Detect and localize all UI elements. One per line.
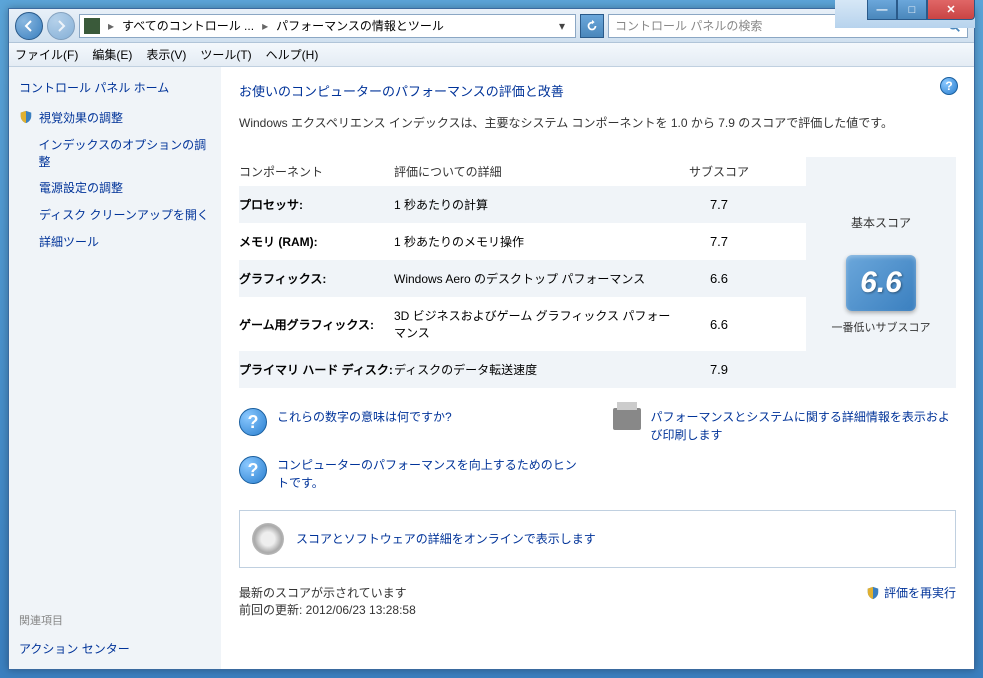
- menu-help[interactable]: ヘルプ(H): [266, 46, 319, 63]
- menu-view[interactable]: 表示(V): [146, 46, 186, 63]
- maximize-button[interactable]: □: [897, 0, 927, 20]
- row-component: プロセッサ:: [239, 196, 394, 213]
- breadcrumb-arrow-icon: ▸: [258, 19, 272, 33]
- sidebar-indexing-link[interactable]: インデックスのオプションの調整: [38, 137, 211, 171]
- online-details-link[interactable]: スコアとソフトウェアの詳細をオンラインで表示します: [296, 530, 596, 548]
- row-subscore: 6.6: [674, 271, 764, 286]
- control-panel-home-link[interactable]: コントロール パネル ホーム: [19, 79, 211, 96]
- table-header-row: コンポーネント 評価についての詳細 サブスコア: [239, 157, 806, 186]
- row-subscore: 7.7: [674, 197, 764, 212]
- address-box[interactable]: ▸ すべてのコントロール ... ▸ パフォーマンスの情報とツール ▾: [79, 14, 576, 38]
- base-score-label: 一番低いサブスコア: [832, 321, 931, 336]
- print-details-link[interactable]: パフォーマンスとシステムに関する詳細情報を表示および印刷します: [651, 408, 957, 444]
- search-placeholder: コントロール パネルの検索: [615, 17, 762, 34]
- page-description: Windows エクスペリエンス インデックスは、主要なシステム コンポーネント…: [239, 114, 956, 133]
- status-text: 最新のスコアが示されています: [239, 584, 416, 601]
- header-basescore: 基本スコア: [831, 214, 931, 231]
- refresh-icon: [585, 19, 599, 33]
- sidebar-disk-cleanup-link[interactable]: ディスク クリーンアップを開く: [39, 207, 209, 224]
- table-row: プロセッサ: 1 秒あたりの計算 7.7: [239, 186, 806, 223]
- shield-icon: [866, 586, 880, 600]
- help-button[interactable]: ?: [940, 77, 958, 95]
- row-component: グラフィックス:: [239, 270, 394, 287]
- online-info-box: スコアとソフトウェアの詳細をオンラインで表示します: [239, 510, 956, 568]
- sidebar: コントロール パネル ホーム 視覚効果の調整 インデックスのオプションの調整 電…: [9, 67, 221, 669]
- row-subscore: 6.6: [674, 317, 764, 332]
- rerun-link[interactable]: 評価を再実行: [866, 584, 956, 601]
- row-subscore: 7.7: [674, 234, 764, 249]
- table-row: プライマリ ハード ディスク: ディスクのデータ転送速度 7.9: [239, 351, 806, 388]
- row-component: ゲーム用グラフィックス:: [239, 316, 394, 333]
- minimize-glyph: —: [877, 4, 888, 16]
- minimize-button[interactable]: —: [867, 0, 897, 20]
- breadcrumb-segment[interactable]: すべてのコントロール ...: [122, 17, 254, 34]
- header-subscore: サブスコア: [674, 163, 764, 180]
- question-icon: ?: [239, 456, 267, 484]
- table-row: ゲーム用グラフィックス: 3D ビジネスおよびゲーム グラフィックス パフォーマ…: [239, 297, 806, 351]
- sidebar-advanced-tools-link[interactable]: 詳細ツール: [39, 234, 99, 251]
- row-component: プライマリ ハード ディスク:: [239, 361, 394, 378]
- header-detail: 評価についての詳細: [394, 163, 674, 180]
- question-icon: ?: [239, 408, 267, 436]
- breadcrumb-segment[interactable]: パフォーマンスの情報とツール: [276, 17, 444, 34]
- close-glyph: ✕: [946, 3, 955, 16]
- menu-file[interactable]: ファイル(F): [15, 46, 78, 63]
- meaning-link[interactable]: これらの数字の意味は何ですか?: [277, 408, 452, 426]
- control-panel-icon: [84, 18, 100, 34]
- related-heading: 関連項目: [19, 612, 211, 628]
- back-arrow-icon: [21, 18, 37, 34]
- shield-icon: [19, 110, 33, 124]
- maximize-glyph: □: [909, 4, 916, 16]
- row-detail: ディスクのデータ転送速度: [394, 361, 674, 378]
- row-component: メモリ (RAM):: [239, 233, 394, 250]
- menu-edit[interactable]: 編集(E): [92, 46, 132, 63]
- refresh-button[interactable]: [580, 14, 604, 38]
- menu-bar: ファイル(F) 編集(E) 表示(V) ツール(T) ヘルプ(H): [9, 43, 974, 67]
- page-heading: お使いのコンピューターのパフォーマンスの評価と改善: [239, 81, 956, 100]
- printer-icon: [613, 408, 641, 430]
- forward-button[interactable]: [47, 12, 75, 40]
- row-detail: Windows Aero のデスクトップ パフォーマンス: [394, 270, 674, 287]
- forward-arrow-icon: [53, 18, 69, 34]
- sidebar-power-link[interactable]: 電源設定の調整: [39, 180, 123, 197]
- tips-link[interactable]: コンピューターのパフォーマンスを向上するためのヒントです。: [277, 456, 583, 492]
- main-content: ? お使いのコンピューターのパフォーマンスの評価と改善 Windows エクスペ…: [221, 67, 974, 669]
- row-subscore: 7.9: [674, 362, 764, 377]
- rerun-label: 評価を再実行: [884, 584, 956, 601]
- table-row: グラフィックス: Windows Aero のデスクトップ パフォーマンス 6.…: [239, 260, 806, 297]
- action-center-link[interactable]: アクション センター: [19, 640, 211, 657]
- address-dropdown-button[interactable]: ▾: [553, 15, 571, 37]
- last-updated-text: 前回の更新: 2012/06/23 13:28:58: [239, 601, 416, 618]
- header-component: コンポーネント: [239, 163, 394, 180]
- software-disc-icon: [252, 523, 284, 555]
- base-score-badge: 6.6: [846, 255, 916, 311]
- breadcrumb-arrow-icon: ▸: [104, 19, 118, 33]
- row-detail: 3D ビジネスおよびゲーム グラフィックス パフォーマンス: [394, 307, 674, 341]
- close-button[interactable]: ✕: [927, 0, 975, 20]
- row-detail: 1 秒あたりのメモリ操作: [394, 233, 674, 250]
- table-row: メモリ (RAM): 1 秒あたりのメモリ操作 7.7: [239, 223, 806, 260]
- back-button[interactable]: [15, 12, 43, 40]
- menu-tools[interactable]: ツール(T): [200, 46, 251, 63]
- address-bar: ▸ すべてのコントロール ... ▸ パフォーマンスの情報とツール ▾ コントロ…: [9, 9, 974, 43]
- row-detail: 1 秒あたりの計算: [394, 196, 674, 213]
- sidebar-visual-effects-link[interactable]: 視覚効果の調整: [39, 110, 123, 127]
